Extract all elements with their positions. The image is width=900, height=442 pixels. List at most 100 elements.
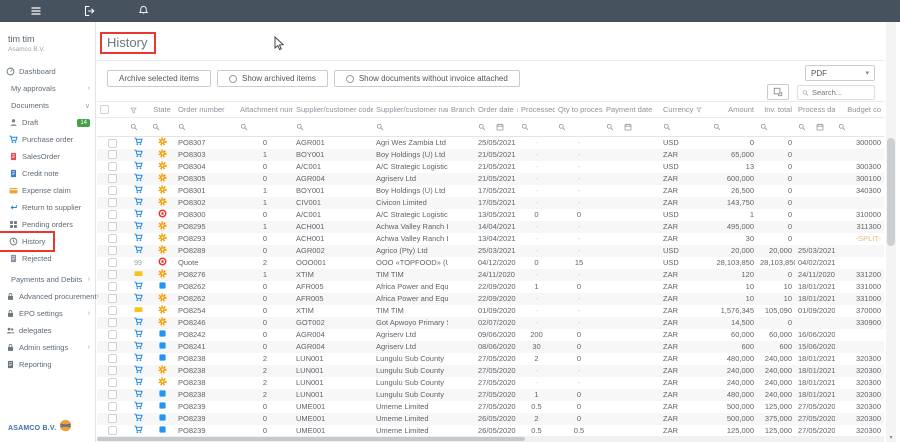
- table-row[interactable]: PO83070AGR001Agri Wes Zambia Ltd (USD)25…: [97, 137, 884, 149]
- column-search-icon[interactable]: [178, 123, 186, 131]
- column-search-icon[interactable]: [240, 123, 248, 131]
- sidebar-item-my-approvals[interactable]: My approvals›: [0, 80, 95, 97]
- sidebar-item-delegates[interactable]: delegates: [0, 322, 95, 339]
- table-row[interactable]: PO82620AFR005Africa Power and Equipment.…: [97, 293, 884, 305]
- column-header-process_date[interactable]: Process date: [795, 102, 835, 118]
- sidebar-item-purchase-order[interactable]: Purchase order: [0, 131, 95, 148]
- menu-icon[interactable]: [30, 5, 42, 17]
- column-search-icon[interactable]: [130, 123, 138, 131]
- calendar-icon[interactable]: [624, 123, 632, 131]
- calendar-icon[interactable]: [816, 123, 824, 131]
- row-checkbox[interactable]: [108, 246, 117, 255]
- column-search-icon[interactable]: [760, 123, 768, 131]
- sidebar-item-return-to-supplier[interactable]: Return to supplier: [0, 199, 95, 216]
- export-format-select[interactable]: PDF ▾: [805, 65, 875, 81]
- row-checkbox[interactable]: [108, 270, 117, 279]
- column-header-payment_date[interactable]: Payment date: [603, 102, 660, 118]
- search-input[interactable]: [812, 88, 870, 97]
- table-row[interactable]: PO82620AFR005Africa Power and Equipment.…: [97, 281, 884, 293]
- table-row[interactable]: PO82410AGR004Agriserv Ltd08/06/2020300ZA…: [97, 341, 884, 353]
- column-search-icon[interactable]: [152, 123, 160, 131]
- row-checkbox[interactable]: [108, 306, 117, 315]
- column-search-icon[interactable]: [376, 123, 384, 131]
- column-search-icon[interactable]: [478, 123, 486, 131]
- table-row[interactable]: PO82460GOT002Got Apwoyo Primary School02…: [97, 317, 884, 329]
- sidebar-item-epo-settings[interactable]: EPO settings›: [0, 305, 95, 322]
- column-search-icon[interactable]: [296, 123, 304, 131]
- sidebar-item-expense-claim[interactable]: Expense claim: [0, 182, 95, 199]
- vertical-scrollbar-thumb[interactable]: [887, 138, 895, 246]
- sidebar-item-salesorder[interactable]: SalesOrder: [0, 148, 95, 165]
- row-checkbox[interactable]: [108, 162, 117, 171]
- table-row[interactable]: PO83040A/C001A/C Strategic Logistics Ltd…: [97, 161, 884, 173]
- sidebar-item-credit-note[interactable]: Credit note: [0, 165, 95, 182]
- scroll-down-arrow[interactable]: ▾: [887, 434, 895, 441]
- sidebar-item-advanced-procurement[interactable]: Advanced procurement›: [0, 288, 95, 305]
- column-search-icon[interactable]: [838, 123, 846, 131]
- row-checkbox[interactable]: [108, 139, 117, 148]
- column-header-budget[interactable]: Budget co: [835, 102, 884, 118]
- column-header-amount[interactable]: Amount: [710, 102, 757, 118]
- column-search-icon[interactable]: [663, 123, 671, 131]
- column-header-type[interactable]: [127, 102, 149, 118]
- row-checkbox[interactable]: [108, 366, 117, 375]
- column-search-icon[interactable]: [521, 123, 529, 131]
- row-checkbox[interactable]: [108, 258, 117, 267]
- table-row[interactable]: PO82390UME001Umeme Limited26/05/202020ZA…: [97, 413, 884, 425]
- column-header-order_number[interactable]: Order number: [175, 102, 237, 118]
- row-checkbox[interactable]: [108, 402, 117, 411]
- column-search-icon[interactable]: [713, 123, 721, 131]
- sidebar-item-documents[interactable]: Documents∨: [0, 97, 95, 114]
- row-checkbox[interactable]: [108, 390, 117, 399]
- column-header-branch[interactable]: Branch: [448, 102, 475, 118]
- sidebar-item-history[interactable]: History: [0, 233, 53, 250]
- vertical-scrollbar[interactable]: ▾: [886, 22, 896, 442]
- row-checkbox[interactable]: [108, 378, 117, 387]
- logout-icon[interactable]: [84, 5, 96, 17]
- table-row[interactable]: PO82951ACH001Achwa Valley Ranch Ltd14/04…: [97, 221, 884, 233]
- sidebar-item-dashboard[interactable]: Dashboard: [0, 63, 95, 80]
- row-checkbox[interactable]: [108, 342, 117, 351]
- sidebar-item-admin-settings[interactable]: Admin settings›: [0, 339, 95, 356]
- horizontal-scrollbar-thumb[interactable]: [97, 437, 525, 441]
- row-checkbox[interactable]: [108, 198, 117, 207]
- sidebar-item-rejected[interactable]: Rejected: [0, 250, 95, 267]
- table-row[interactable]: PO83011BOY001Boy Holdings (U) Ltd17/05/2…: [97, 185, 884, 197]
- row-checkbox[interactable]: [108, 210, 117, 219]
- row-checkbox[interactable]: [108, 282, 117, 291]
- horizontal-scrollbar[interactable]: [97, 436, 884, 442]
- calendar-icon[interactable]: [496, 123, 504, 131]
- row-checkbox[interactable]: [108, 318, 117, 327]
- table-row[interactable]: 99Quote2OOO001OOO «TOPFOOD» (USD)04/12/2…: [97, 257, 884, 269]
- sidebar-item-payments-and-debits[interactable]: Payments and Debits›: [0, 271, 95, 288]
- column-header-supplier_name[interactable]: Supplier/customer name: [373, 102, 448, 118]
- column-search-icon[interactable]: [558, 123, 566, 131]
- table-row[interactable]: PO82930ACH001Achwa Valley Ranch Ltd13/04…: [97, 233, 884, 245]
- table-row[interactable]: PO82540XTIMTIM TIM01/09/2020--ZAR1,576,3…: [97, 305, 884, 317]
- table-row[interactable]: PO83000A/C001A/C Strategic Logistics Ltd…: [97, 209, 884, 221]
- column-header-order_date[interactable]: Order date ↓: [475, 102, 518, 118]
- bell-icon[interactable]: [138, 5, 150, 17]
- table-row[interactable]: PO82390UME001Umeme Limited26/05/20200.50…: [97, 425, 884, 437]
- table-row[interactable]: PO83031BOY001Boy Holdings (U) Ltd21/05/2…: [97, 149, 884, 161]
- filter-funnel-icon[interactable]: [696, 107, 702, 113]
- column-header-qty_to_process[interactable]: Qty to process: [555, 102, 603, 118]
- select-all-checkbox[interactable]: [100, 105, 109, 114]
- table-row[interactable]: PO82390UME001Umeme Limited27/05/20200.50…: [97, 401, 884, 413]
- column-header-processed_qty[interactable]: Processed qty: [518, 102, 555, 118]
- table-row[interactable]: PO82382LUN001Lungulu Sub County27/05/202…: [97, 389, 884, 401]
- show-without-invoice-toggle[interactable]: Show documents without invoice attached: [334, 70, 520, 87]
- column-header-attachment_numbers[interactable]: Attachment numbers: [237, 102, 293, 118]
- row-checkbox[interactable]: [108, 330, 117, 339]
- column-header-supplier_code[interactable]: Supplier/customer code: [293, 102, 373, 118]
- row-checkbox[interactable]: [108, 222, 117, 231]
- table-row[interactable]: PO82382LUN001Lungulu Sub County27/05/202…: [97, 365, 884, 377]
- row-checkbox[interactable]: [108, 414, 117, 423]
- table-row[interactable]: PO82420AGR004Agriserv Ltd09/06/20202000Z…: [97, 329, 884, 341]
- column-header-inv_total[interactable]: Inv. total: [757, 102, 795, 118]
- table-row[interactable]: PO82382LUN001Lungulu Sub County27/05/202…: [97, 377, 884, 389]
- table-row[interactable]: PO82761XTIMTIM TIM24/11/2020--ZAR120024/…: [97, 269, 884, 281]
- row-checkbox[interactable]: [108, 354, 117, 363]
- row-checkbox[interactable]: [108, 234, 117, 243]
- show-archived-toggle[interactable]: Show archived items: [217, 70, 328, 87]
